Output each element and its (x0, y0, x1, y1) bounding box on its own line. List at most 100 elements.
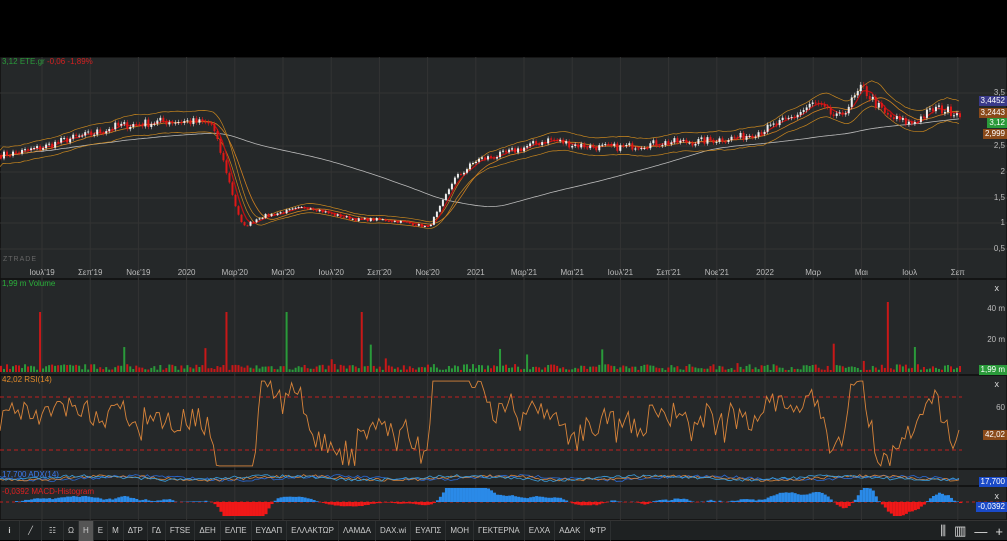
candle (18, 153, 20, 154)
candle (439, 206, 441, 212)
indicators-icon[interactable]: ☷ (42, 521, 64, 541)
candle (177, 122, 179, 123)
volume-bar (875, 368, 877, 372)
symbol-tab[interactable]: DAX.wi (376, 521, 411, 541)
volume-bar (755, 367, 757, 372)
draw-line-icon[interactable]: ╱ (20, 521, 42, 541)
volume-bar (144, 369, 146, 372)
volume-bar (863, 361, 865, 372)
candle (433, 217, 435, 225)
symbol-tab[interactable]: ΓΕΚΤΕΡΝΑ (474, 521, 525, 541)
candle (478, 159, 480, 162)
candle (379, 218, 381, 219)
symbol-tab[interactable]: Ω (64, 521, 79, 541)
macd-bar (15, 501, 18, 502)
candle (770, 125, 772, 126)
candle (556, 140, 558, 141)
candle (785, 118, 787, 119)
macd-bar (289, 497, 292, 502)
macd-bar (153, 501, 156, 502)
candle (451, 184, 453, 189)
symbol-tab[interactable]: ΕΥΑΠΣ (411, 521, 446, 541)
volume-bar (914, 347, 916, 372)
symbol-tab[interactable]: Μ (108, 521, 124, 541)
candle (364, 218, 366, 219)
symbol-tab[interactable]: ΜΟΗ (446, 521, 474, 541)
chart-canvas[interactable] (0, 57, 1007, 520)
volume-bar (283, 366, 285, 372)
volume-bar (941, 370, 943, 372)
volume-bar (779, 368, 781, 372)
candle (192, 118, 194, 124)
macd-bar (959, 502, 962, 503)
macd-bar (63, 497, 66, 502)
candle (96, 129, 98, 134)
macd-bar (676, 499, 679, 502)
close-macd-icon[interactable]: x (995, 491, 1000, 501)
volume-bar (538, 367, 540, 372)
symbol-tab[interactable]: FTSE (166, 521, 195, 541)
macd-bar (547, 498, 550, 502)
macd-bar (854, 500, 857, 502)
symbol-tab[interactable]: ΛΑΜΔΑ (339, 521, 376, 541)
symbol-tab[interactable]: ΑΔΑΚ (555, 521, 585, 541)
volume-bar (472, 364, 474, 372)
chart-type-icon[interactable]: ⫼ (940, 523, 946, 539)
zoom-out-icon[interactable]: — (974, 524, 987, 539)
volume-bar (631, 367, 633, 372)
volume-bar (830, 370, 832, 372)
macd-bar (24, 500, 27, 502)
volume-bar (718, 366, 720, 372)
volume-bar (481, 365, 483, 372)
volume-label: 1,99 m Volume (2, 279, 55, 288)
macd-bar (388, 502, 391, 503)
volume-bar (574, 368, 576, 372)
macd-bar (941, 494, 944, 502)
macd-bar (493, 493, 496, 502)
macd-bar (364, 502, 367, 505)
candle (722, 138, 724, 141)
candle (250, 222, 252, 226)
symbol-tab[interactable]: Ε (94, 521, 108, 541)
candle (316, 210, 318, 211)
candle (685, 140, 687, 143)
macd-bar (331, 502, 334, 505)
volume-bar (15, 365, 17, 372)
symbol-tab[interactable]: ΓΔ (148, 521, 166, 541)
volume-bar (6, 364, 8, 372)
volume-bar (803, 365, 805, 372)
candle (824, 104, 826, 106)
symbol-tab[interactable]: ΦΤΡ (585, 521, 611, 541)
bollinger-upper (0, 81, 959, 222)
candle (571, 146, 573, 147)
volume-bar (619, 367, 621, 372)
candle (460, 174, 462, 175)
chart-area[interactable]: 3,12 ETE.gr -0,06 -1,89% ZTRADE 3,52,521… (0, 57, 1007, 520)
volume-toggle-icon[interactable]: ▥ (954, 523, 966, 539)
symbol-tab[interactable]: ΔΕΗ (195, 521, 220, 541)
close-rsi-icon[interactable]: x (995, 379, 1000, 389)
volume-bar (911, 368, 913, 372)
candle (938, 105, 940, 106)
symbol-tab[interactable]: ΔΤΡ (124, 521, 148, 541)
close-volume-icon[interactable]: x (995, 283, 1000, 293)
candle (174, 123, 176, 124)
volume-bar (634, 367, 636, 372)
candle (319, 210, 321, 211)
macd-bar (198, 501, 201, 502)
info-icon[interactable]: i (0, 521, 20, 541)
volume-bar (123, 347, 125, 372)
top-blank-area (0, 0, 1007, 57)
volume-bar (231, 365, 233, 372)
volume-bar (244, 368, 246, 372)
symbol-tab[interactable]: ΕΛΠΕ (221, 521, 252, 541)
symbol-tab[interactable]: ΕΥΔΑΠ (252, 521, 288, 541)
candle (186, 120, 188, 121)
time-axis-label: Σεπ'19 (78, 268, 102, 277)
symbol-tab[interactable]: ΕΛΧΑ (525, 521, 555, 541)
panel-border (0, 486, 1007, 520)
price-level-tag: 3,2443 (979, 108, 1007, 118)
symbol-tab[interactable]: ΕΛΛΑΚΤΩΡ (287, 521, 339, 541)
symbol-tab[interactable]: Η (79, 521, 94, 541)
zoom-in-icon[interactable]: + (995, 524, 1003, 539)
